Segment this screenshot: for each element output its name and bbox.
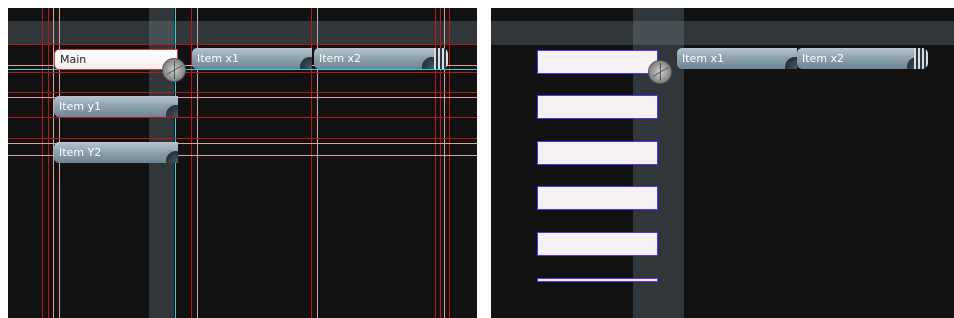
- left-editor-panel: Main Item x1 Item x2 Item y1 Item Y2: [8, 8, 477, 318]
- item-cap-icon: [166, 105, 178, 117]
- main-menu-item[interactable]: Main: [54, 49, 178, 70]
- menu-item-x2[interactable]: Item x2: [797, 48, 919, 69]
- guide-line: [42, 8, 43, 318]
- guide-line: [8, 44, 477, 45]
- highlight-row-band: [491, 21, 954, 45]
- right-preview-panel: Item x1 Item x2: [491, 8, 954, 318]
- guide-line: [48, 8, 49, 318]
- main-menu-label: Main: [60, 53, 87, 66]
- item-cap-icon: [300, 57, 312, 69]
- pivot-handle-icon[interactable]: [648, 60, 672, 84]
- drop-slot[interactable]: [537, 232, 658, 256]
- drop-slot[interactable]: [537, 141, 658, 165]
- menu-item-y2[interactable]: Item Y2: [54, 142, 178, 163]
- menu-item-label: Item Y2: [59, 146, 102, 159]
- highlight-row-band: [8, 21, 477, 45]
- guide-line: [8, 72, 477, 73]
- menu-item-label: Item x2: [319, 52, 362, 65]
- guide-line: [8, 138, 477, 139]
- drop-slot[interactable]: [537, 50, 658, 74]
- overflow-more-icon[interactable]: [914, 48, 928, 69]
- item-cap-icon: [785, 57, 797, 69]
- guide-line: [8, 117, 477, 118]
- menu-item-x1[interactable]: Item x1: [677, 48, 797, 69]
- menu-item-y1[interactable]: Item y1: [54, 96, 178, 117]
- drop-slot[interactable]: [537, 278, 658, 282]
- guide-line: [449, 8, 450, 318]
- menu-item-x1[interactable]: Item x1: [192, 48, 312, 69]
- item-cap-icon: [422, 57, 434, 69]
- item-cap-icon: [166, 151, 178, 163]
- drop-slot[interactable]: [537, 186, 658, 210]
- drop-slot[interactable]: [537, 95, 658, 119]
- menu-item-x2[interactable]: Item x2: [314, 48, 434, 69]
- pivot-handle-icon[interactable]: [162, 58, 186, 82]
- menu-item-label: Item x1: [682, 52, 725, 65]
- guide-line: [8, 92, 477, 93]
- menu-item-label: Item y1: [59, 100, 102, 113]
- menu-item-label: Item x2: [802, 52, 845, 65]
- menu-item-label: Item x1: [197, 52, 240, 65]
- overflow-more-icon[interactable]: [434, 48, 448, 69]
